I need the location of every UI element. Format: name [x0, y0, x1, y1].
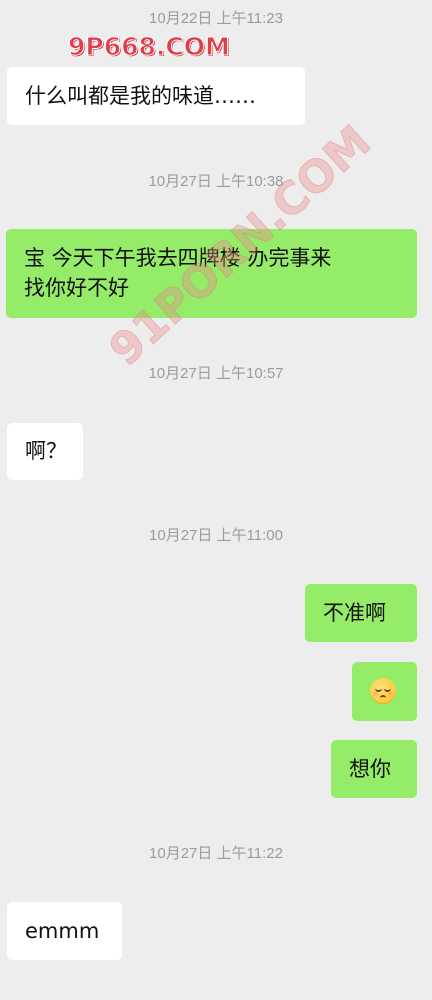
outgoing-message-bubble[interactable]: 宝 今天下午我去四牌楼 办完事来 找你好不好	[6, 229, 417, 318]
incoming-message-bubble[interactable]: 啊？	[7, 423, 83, 480]
message-text: 什么叫都是我的味道……	[25, 84, 256, 108]
incoming-message-bubble[interactable]: emmm	[7, 902, 122, 960]
message-text: 想你	[349, 757, 391, 781]
watermark-logo: 9P668.COM	[68, 32, 231, 62]
message-text-line: 找你好不好	[24, 276, 129, 300]
incoming-message-bubble[interactable]: 什么叫都是我的味道……	[7, 67, 305, 125]
message-text: 啊？	[25, 439, 67, 463]
timestamp: 10月27日 上午11:00	[149, 527, 283, 544]
outgoing-emoji-bubble[interactable]	[352, 662, 417, 721]
message-text: 不准啊	[323, 601, 386, 625]
message-text: emmm	[25, 919, 100, 943]
timestamp: 10月27日 上午11:22	[149, 845, 283, 862]
relieved-face-emoji-icon	[370, 678, 396, 704]
timestamp: 10月22日 上午11:23	[149, 10, 283, 27]
outgoing-message-bubble[interactable]: 想你	[331, 740, 417, 798]
message-text-line: 宝 今天下午我去四牌楼 办完事来	[24, 246, 332, 270]
timestamp: 10月27日 上午10:57	[148, 365, 284, 382]
timestamp: 10月27日 上午10:38	[148, 173, 284, 190]
outgoing-message-bubble[interactable]: 不准啊	[305, 584, 417, 642]
